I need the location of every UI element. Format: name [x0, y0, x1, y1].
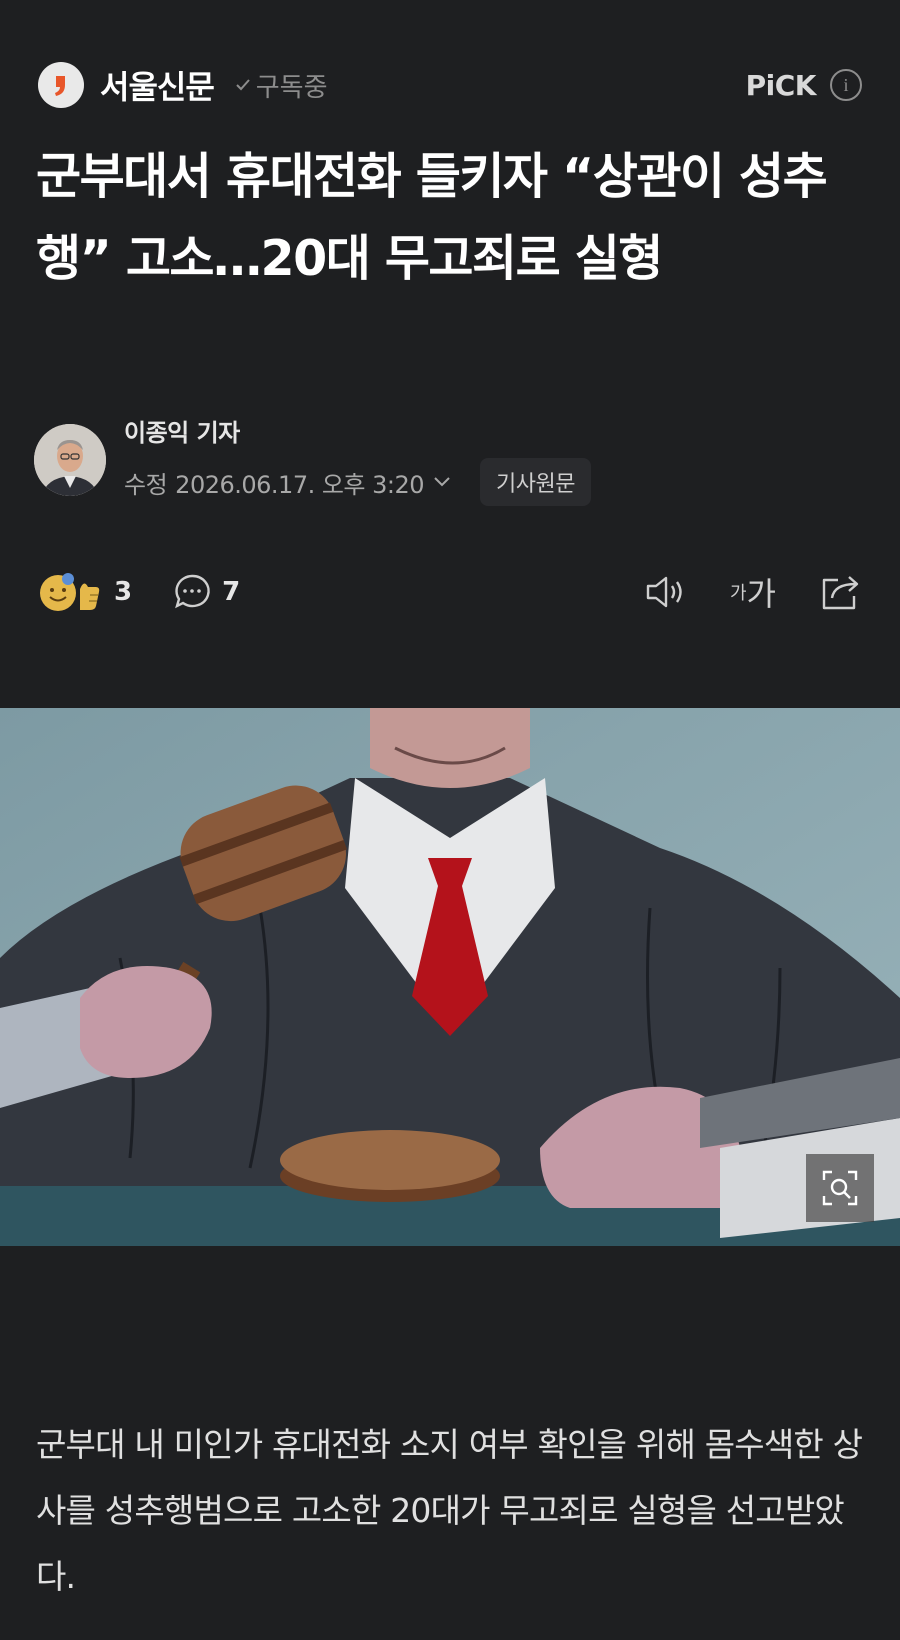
pick-badge: PiCK i — [746, 69, 862, 102]
article-headline: 군부대서 휴대전화 들키자 “상관이 성추행” 고소…20대 무고죄로 실형 — [36, 148, 828, 287]
article-tools: 가 가 — [644, 569, 862, 615]
publisher-name[interactable]: 서울신문 — [100, 62, 215, 108]
check-icon — [236, 79, 250, 91]
article-date: 2026.06.17. 오후 3:20 — [175, 470, 425, 499]
date-label: 수정 — [124, 470, 168, 499]
font-size-small-glyph: 가 — [729, 583, 747, 604]
reporter-avatar[interactable] — [34, 423, 106, 496]
font-size-large-glyph: 가 — [746, 575, 776, 613]
original-article-button[interactable]: 기사원문 — [480, 458, 591, 506]
reporter-name[interactable]: 이종익 기자 — [124, 413, 591, 448]
comment-count: 7 — [222, 577, 241, 607]
reaction-emoji-icon — [40, 573, 100, 611]
speaker-icon[interactable] — [644, 572, 688, 612]
pick-label: PiCK — [745, 68, 817, 102]
judge-illustration — [0, 708, 900, 1246]
zoom-search-icon[interactable] — [806, 1154, 874, 1222]
info-icon[interactable]: i — [830, 69, 862, 101]
comment-button[interactable]: 7 — [172, 572, 240, 612]
article-date-row[interactable]: 수정 2026.06.17. 오후 3:20 기사원문 — [124, 458, 591, 506]
chevron-down-icon[interactable] — [432, 475, 452, 489]
publisher-bar: 서울신문 구독중 PiCK i — [38, 60, 862, 110]
byline: 이종익 기자 수정 2026.06.17. 오후 3:20 기사원문 — [34, 413, 591, 506]
reaction-count: 3 — [114, 577, 133, 607]
article-actions: 3 7 가 가 — [38, 570, 862, 614]
subscribe-status[interactable]: 구독중 — [234, 67, 328, 104]
article-photo[interactable] — [0, 708, 900, 1246]
comment-bubble-icon — [175, 574, 210, 609]
font-size-button[interactable]: 가 가 — [730, 569, 776, 615]
article-body: 군부대 내 미인가 휴대전화 소지 여부 확인을 위해 몸수색한 상사를 성추행… — [36, 1425, 863, 1596]
reaction-button[interactable]: 3 — [38, 571, 132, 613]
subscribe-status-label: 구독중 — [255, 72, 328, 103]
seoul-shinmun-logo-icon[interactable] — [38, 62, 84, 108]
share-icon[interactable] — [818, 572, 862, 612]
